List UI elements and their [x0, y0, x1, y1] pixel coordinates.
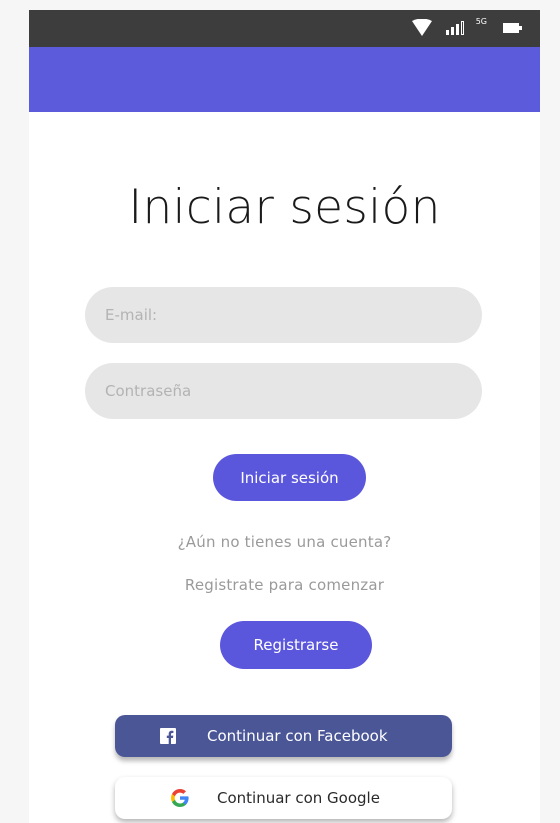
- google-button-label: Continuar con Google: [217, 789, 380, 807]
- register-button[interactable]: Registrarse: [220, 621, 372, 669]
- google-icon: [171, 789, 189, 807]
- no-account-prompt: ¿Aún no tienes una cuenta?: [177, 533, 392, 551]
- status-icons: 5G: [411, 17, 523, 36]
- login-button[interactable]: Iniciar sesión: [213, 454, 366, 501]
- register-cta-text: Registrate para comenzar: [184, 576, 385, 594]
- email-field[interactable]: [85, 287, 482, 343]
- facebook-button-label: Continuar con Facebook: [207, 727, 388, 745]
- google-login-button[interactable]: Continuar con Google: [115, 777, 452, 819]
- signal-icon: [445, 20, 464, 35]
- battery-icon: [503, 22, 522, 33]
- password-field[interactable]: [85, 363, 482, 419]
- network-type-label: 5G: [475, 17, 487, 26]
- facebook-login-button[interactable]: Continuar con Facebook: [115, 715, 452, 757]
- page-title: Iniciar sesión: [128, 180, 441, 235]
- facebook-icon: [160, 728, 176, 744]
- app-bar: [29, 47, 540, 112]
- phone-screen: 5G Iniciar sesión Iniciar sesión ¿Aún no…: [29, 10, 540, 823]
- status-bar: 5G: [29, 10, 540, 47]
- wifi-icon: [411, 19, 432, 36]
